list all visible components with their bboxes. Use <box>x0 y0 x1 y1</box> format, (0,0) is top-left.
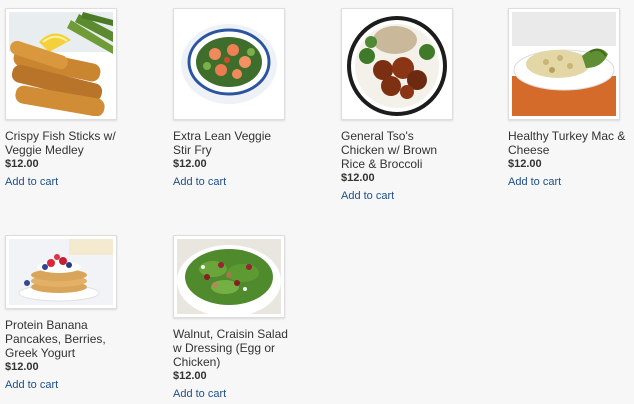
add-to-cart-link[interactable]: Add to cart <box>173 387 226 401</box>
product-name[interactable]: Protein Banana Pancakes, Berries, Greek … <box>5 318 135 360</box>
product-image-link[interactable] <box>341 8 453 120</box>
add-to-cart-link[interactable]: Add to cart <box>5 378 58 392</box>
product-price: $12.00 <box>341 172 375 184</box>
stir-fry-bowl-photo-icon <box>177 12 281 116</box>
pancakes-photo-icon <box>9 239 113 305</box>
product-price: $12.00 <box>173 370 207 382</box>
salad-photo-icon <box>177 239 281 314</box>
product-image-link[interactable] <box>5 8 117 120</box>
product-name[interactable]: General Tso's Chicken w/ Brown Rice & Br… <box>341 129 471 171</box>
product-image-link[interactable] <box>508 8 620 120</box>
general-tso-photo-icon <box>345 12 449 116</box>
product-price: $12.00 <box>5 361 39 373</box>
product-card-turkey-mac: Healthy Turkey Mac & Cheese $12.00 Add t… <box>508 8 634 190</box>
product-name[interactable]: Crispy Fish Sticks w/ Veggie Medley <box>5 129 135 157</box>
product-name[interactable]: Walnut, Craisin Salad w Dressing (Egg or… <box>173 327 303 369</box>
add-to-cart-link[interactable]: Add to cart <box>341 189 394 203</box>
product-card-general-tso: General Tso's Chicken w/ Brown Rice & Br… <box>341 8 471 204</box>
add-to-cart-link[interactable]: Add to cart <box>508 175 561 189</box>
product-name[interactable]: Healthy Turkey Mac & Cheese <box>508 129 634 157</box>
product-card-fish-sticks: Crispy Fish Sticks w/ Veggie Medley $12.… <box>5 8 135 190</box>
add-to-cart-link[interactable]: Add to cart <box>173 175 226 189</box>
product-card-veggie-stir-fry: Extra Lean Veggie Stir Fry $12.00 Add to… <box>173 8 303 190</box>
product-card-banana-pancakes: Protein Banana Pancakes, Berries, Greek … <box>5 235 135 393</box>
product-price: $12.00 <box>5 158 39 170</box>
product-image-link[interactable] <box>5 235 117 309</box>
product-price: $12.00 <box>173 158 207 170</box>
product-image-link[interactable] <box>173 235 285 318</box>
add-to-cart-link[interactable]: Add to cart <box>5 175 58 189</box>
product-image-link[interactable] <box>173 8 285 120</box>
product-price: $12.00 <box>508 158 542 170</box>
product-name[interactable]: Extra Lean Veggie Stir Fry <box>173 129 303 157</box>
turkey-mac-photo-icon <box>512 12 616 116</box>
fish-sticks-photo-icon <box>9 12 113 116</box>
product-card-walnut-salad: Walnut, Craisin Salad w Dressing (Egg or… <box>173 235 303 402</box>
